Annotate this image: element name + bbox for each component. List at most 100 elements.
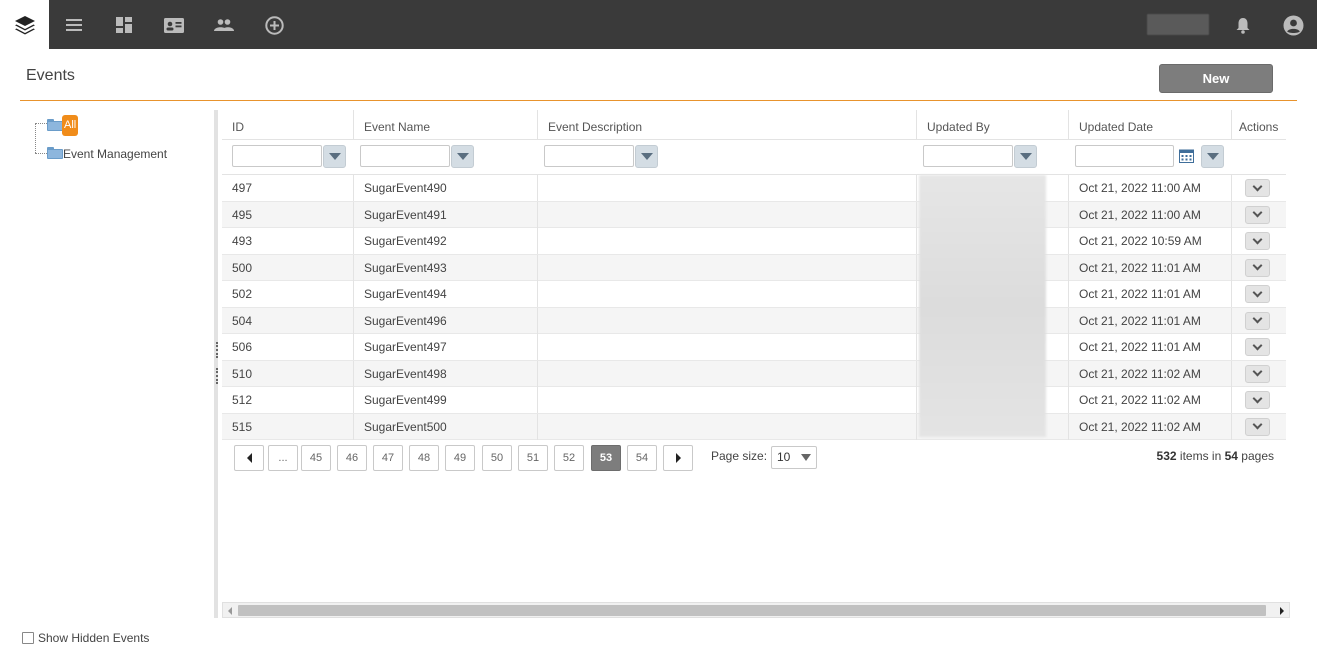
row-actions-button[interactable]	[1245, 205, 1270, 224]
tree-node-event-management[interactable]: Event Management	[63, 147, 167, 161]
page-button[interactable]: 46	[337, 445, 367, 471]
table-row[interactable]: 497 SugarEvent490 Oct 21, 2022 11:00 AM	[222, 175, 1286, 202]
id-card-icon[interactable]	[161, 12, 187, 38]
tree-connector	[35, 153, 47, 154]
cell-id: 495	[232, 207, 253, 222]
show-hidden-checkbox[interactable]	[22, 632, 34, 644]
event-description-filter-input[interactable]	[544, 145, 634, 167]
table-row[interactable]: 504 SugarEvent496 Oct 21, 2022 11:01 AM	[222, 307, 1286, 334]
row-actions-button[interactable]	[1245, 258, 1270, 277]
updated-date-filter-input[interactable]	[1075, 145, 1174, 167]
account-icon[interactable]	[1280, 12, 1306, 38]
page-button[interactable]: 54	[627, 445, 657, 471]
new-event-button[interactable]: New	[1159, 64, 1273, 93]
updated-by-filter-input[interactable]	[923, 145, 1013, 167]
chevron-down-icon	[1252, 313, 1263, 324]
grid-header: ID Event Name Event Description Updated …	[222, 110, 1286, 140]
event-description-filter-button[interactable]	[635, 145, 658, 168]
header-divider	[20, 100, 1297, 101]
cell-updated-date: Oct 21, 2022 11:01 AM	[1068, 334, 1231, 360]
top-navigation-bar	[0, 0, 1317, 49]
cell-event-description	[537, 334, 917, 360]
menu-icon[interactable]	[61, 12, 87, 38]
updated-by-filter-button[interactable]	[1014, 145, 1037, 168]
table-row[interactable]: 515 SugarEvent500 Oct 21, 2022 11:02 AM	[222, 413, 1286, 440]
cell-event-name: SugarEvent493	[353, 254, 537, 281]
calendar-icon[interactable]	[1179, 148, 1196, 165]
row-actions-button[interactable]	[1245, 391, 1270, 409]
id-filter-button[interactable]	[323, 145, 346, 168]
row-actions-button[interactable]	[1245, 179, 1270, 197]
table-row[interactable]: 512 SugarEvent499 Oct 21, 2022 11:02 AM	[222, 387, 1286, 414]
table-row[interactable]: 500 SugarEvent493 Oct 21, 2022 11:01 AM	[222, 254, 1286, 281]
cell-updated-date: Oct 21, 2022 11:02 AM	[1068, 387, 1231, 413]
column-header-event-description[interactable]: Event Description	[537, 110, 917, 140]
page-button[interactable]: 48	[409, 445, 439, 471]
scroll-left-arrow[interactable]	[225, 606, 235, 616]
total-pages: 54	[1224, 449, 1238, 463]
tree-connector	[35, 123, 47, 124]
row-actions-button[interactable]	[1245, 311, 1270, 330]
table-row[interactable]: 493 SugarEvent492 Oct 21, 2022 10:59 AM	[222, 228, 1286, 255]
cell-id: 500	[232, 260, 253, 275]
pager: ... 45 46 47 48 49 50 51 52 53 54 Page s…	[222, 440, 1286, 476]
cell-event-name: SugarEvent500	[353, 413, 537, 440]
cell-event-name: SugarEvent490	[353, 175, 537, 201]
row-actions-button[interactable]	[1245, 232, 1270, 250]
prev-page-button[interactable]	[234, 445, 264, 471]
column-header-event-name[interactable]: Event Name	[353, 110, 537, 140]
page-size-select[interactable]: 10	[771, 446, 817, 469]
page-button[interactable]: 50	[482, 445, 512, 471]
splitter-grip[interactable]	[216, 342, 218, 358]
next-page-button[interactable]	[663, 445, 693, 471]
cell-id: 504	[232, 313, 253, 328]
tree-node-all[interactable]: All	[62, 115, 79, 136]
cell-event-description	[537, 413, 917, 440]
event-name-filter-input[interactable]	[360, 145, 450, 167]
page-button[interactable]: 49	[445, 445, 475, 471]
row-actions-button[interactable]	[1245, 285, 1270, 303]
row-actions-button[interactable]	[1245, 417, 1270, 436]
event-name-filter-button[interactable]	[451, 145, 474, 168]
user-name-redacted	[1147, 14, 1209, 35]
cell-id: 515	[232, 419, 253, 434]
dashboard-icon[interactable]	[111, 12, 137, 38]
table-row[interactable]: 510 SugarEvent498 Oct 21, 2022 11:02 AM	[222, 360, 1286, 387]
column-header-updated-by[interactable]: Updated By	[916, 110, 1068, 140]
horizontal-scrollbar[interactable]	[222, 602, 1290, 618]
cell-event-description	[537, 175, 917, 201]
row-actions-button[interactable]	[1245, 364, 1270, 383]
filter-row	[222, 140, 1286, 175]
dropdown-arrow-icon	[801, 454, 811, 461]
column-header-id[interactable]: ID	[222, 110, 353, 140]
pane-splitter[interactable]	[214, 110, 218, 618]
show-hidden-label: Show Hidden Events	[38, 631, 150, 645]
layers-logo-icon[interactable]	[0, 0, 49, 49]
page-button[interactable]: 45	[301, 445, 331, 471]
page-button[interactable]: 52	[554, 445, 584, 471]
updated-by-redacted	[919, 175, 1046, 437]
scroll-right-arrow[interactable]	[1277, 606, 1287, 616]
page-button[interactable]: 47	[373, 445, 403, 471]
chevron-down-icon	[1252, 393, 1263, 403]
table-row[interactable]: 502 SugarEvent494 Oct 21, 2022 11:01 AM	[222, 281, 1286, 308]
table-row[interactable]: 506 SugarEvent497 Oct 21, 2022 11:01 AM	[222, 334, 1286, 361]
table-row[interactable]: 495 SugarEvent491 Oct 21, 2022 11:00 AM	[222, 201, 1286, 228]
bell-icon[interactable]	[1230, 12, 1256, 38]
cell-updated-date: Oct 21, 2022 11:00 AM	[1068, 201, 1231, 228]
splitter-grip[interactable]	[216, 368, 218, 384]
column-header-updated-date[interactable]: Updated Date	[1068, 110, 1231, 140]
add-circle-icon[interactable]	[261, 12, 287, 38]
people-icon[interactable]	[211, 12, 237, 38]
row-actions-button[interactable]	[1245, 338, 1270, 356]
page-button-active[interactable]: 53	[591, 445, 621, 471]
page-button[interactable]: 51	[518, 445, 548, 471]
folder-icon	[47, 147, 63, 159]
scrollbar-thumb[interactable]	[238, 605, 1266, 616]
page-ellipsis-button[interactable]: ...	[268, 445, 298, 471]
cell-event-name: SugarEvent499	[353, 387, 537, 413]
id-filter-input[interactable]	[232, 145, 322, 167]
updated-date-filter-button[interactable]	[1201, 145, 1224, 168]
chevron-down-icon	[1252, 287, 1263, 297]
column-header-actions: Actions	[1231, 110, 1286, 140]
